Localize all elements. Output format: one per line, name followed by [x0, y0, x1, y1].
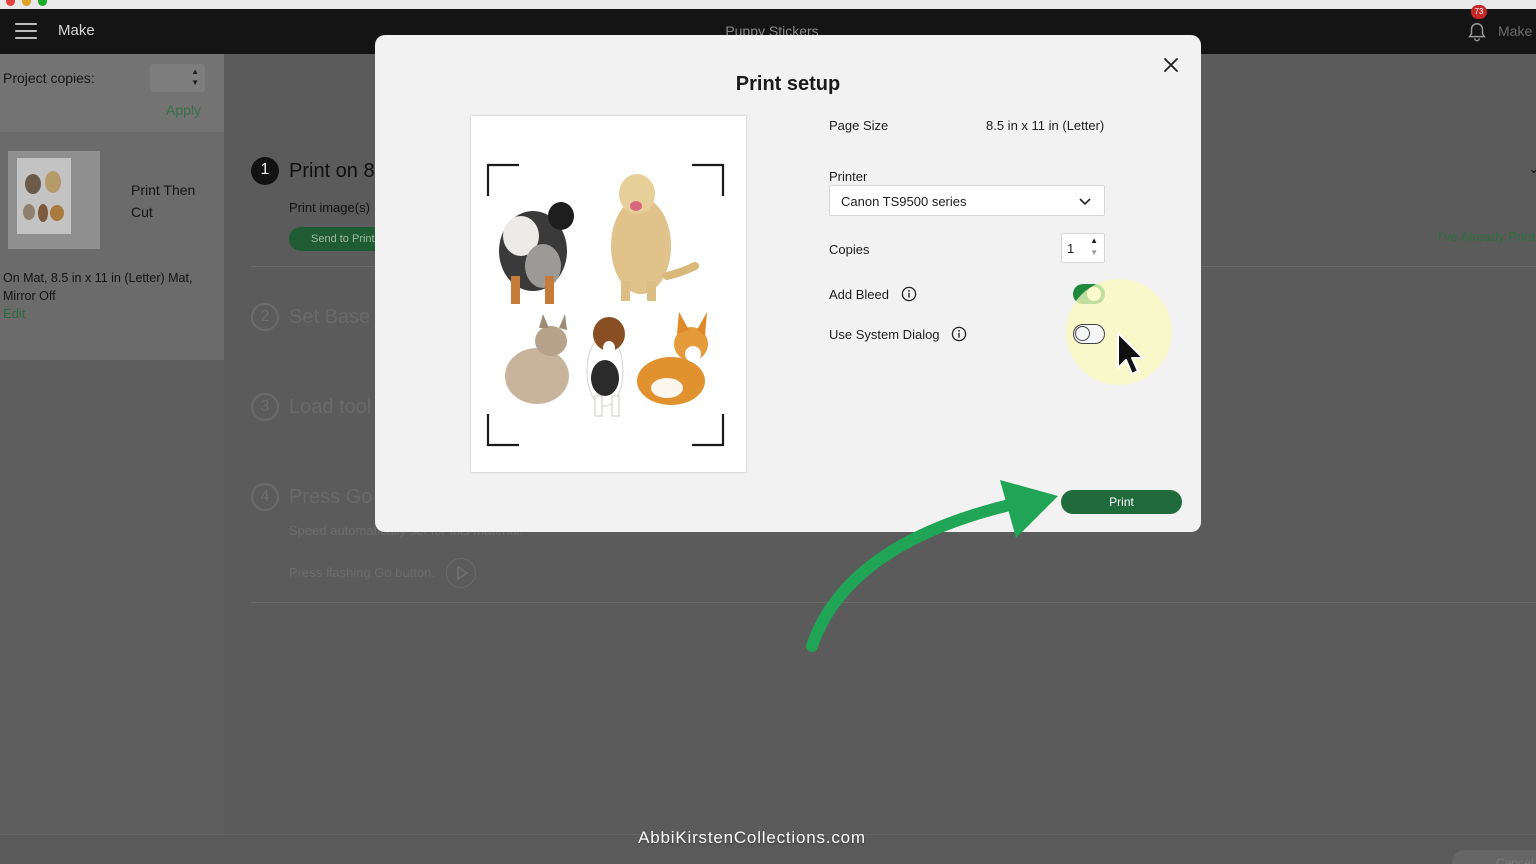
- cancel-button[interactable]: Cancel: [1452, 850, 1536, 864]
- printer-select[interactable]: Canon TS9500 series: [829, 185, 1105, 216]
- go-button[interactable]: [446, 558, 476, 588]
- page-size-label: Page Size: [829, 118, 889, 133]
- info-icon[interactable]: [901, 286, 917, 302]
- left-panel: Project copies: ▲ ▼ Apply Print Then Cut…: [0, 54, 224, 834]
- dogs-thumbnail-icon: [23, 171, 64, 222]
- dialog-title: Print setup: [735, 73, 841, 95]
- golden-retriever-icon: [611, 174, 699, 301]
- chevron-down-icon[interactable]: ⌄: [1528, 160, 1536, 177]
- step-1-title: Print on 8: [289, 160, 375, 182]
- french-bulldog-icon: [505, 314, 569, 404]
- mat-card[interactable]: Print Then Cut On Mat, 8.5 in x 11 in (L…: [0, 132, 224, 360]
- edit-link[interactable]: Edit: [3, 306, 25, 321]
- australian-shepherd-icon: [499, 202, 574, 304]
- step-3-title: Load tool: [289, 396, 372, 418]
- print-preview-artwork: [486, 163, 725, 447]
- print-setup-dialog: Print setup Page Size 8.5 in x 11 in (Le…: [375, 35, 1201, 532]
- mat-info: On Mat, 8.5 in x 11 in (Letter) Mat, Mir…: [3, 271, 193, 303]
- page-size-value: 8.5 in x 11 in (Letter): [986, 118, 1105, 133]
- close-icon[interactable]: [1161, 55, 1181, 75]
- toggle-knob: [1075, 326, 1090, 341]
- project-copies-input[interactable]: ▲ ▼: [150, 64, 205, 92]
- use-system-dialog-toggle[interactable]: [1073, 324, 1105, 344]
- mouse-cursor-icon: [1117, 332, 1144, 375]
- mat-label: Print Then Cut: [131, 182, 196, 220]
- info-icon[interactable]: [951, 326, 967, 342]
- project-copies-label: Project copies:: [3, 70, 95, 86]
- minimize-window-dot[interactable]: [22, 0, 31, 6]
- apply-button[interactable]: Apply: [166, 102, 201, 118]
- step-4-hint: Press flashing Go button.: [289, 565, 435, 580]
- printer-select-value: Canon TS9500 series: [841, 194, 967, 209]
- app-title: Make: [58, 22, 95, 39]
- corgi-icon: [637, 312, 708, 405]
- zoom-window-dot[interactable]: [38, 0, 47, 6]
- step-2-number: 2: [251, 303, 279, 331]
- step-1-number: 1: [251, 157, 279, 185]
- chevron-down-icon: [1079, 198, 1091, 206]
- header-make-label[interactable]: Make: [1498, 23, 1532, 39]
- print-preview: [471, 116, 746, 472]
- use-system-dialog-label: Use System Dialog: [829, 327, 940, 342]
- printer-label: Printer: [829, 169, 868, 184]
- send-to-printer-button[interactable]: Send to Printer: [289, 227, 389, 251]
- hamburger-menu-icon[interactable]: [15, 23, 37, 39]
- annotation-arrow-icon: [806, 480, 1058, 652]
- play-icon: [457, 565, 469, 581]
- close-window-dot[interactable]: [6, 0, 15, 6]
- watermark: AbbiKirstenCollections.com: [638, 828, 866, 847]
- window-titlebar: [0, 0, 1536, 9]
- copies-label: Copies: [829, 242, 870, 257]
- decrement-icon[interactable]: ▼: [1090, 248, 1098, 257]
- already-printed-link[interactable]: I've Already Printed: [1438, 229, 1536, 244]
- step-1-subtitle: Print image(s): [289, 200, 370, 215]
- project-copies-box: Project copies: ▲ ▼ Apply: [0, 54, 224, 132]
- bell-icon[interactable]: [1466, 21, 1488, 43]
- copies-value: 1: [1067, 241, 1075, 256]
- increment-icon[interactable]: ▲: [1090, 236, 1098, 245]
- increment-icon[interactable]: ▲: [191, 67, 199, 76]
- mat-sheet-preview: [17, 158, 71, 234]
- decrement-icon[interactable]: ▼: [191, 78, 199, 87]
- step-4-number: 4: [251, 483, 279, 511]
- step-2-title: Set Base: [289, 306, 371, 328]
- mat-thumbnail[interactable]: [8, 151, 100, 249]
- copies-stepper[interactable]: 1 ▲ ▼: [1061, 233, 1105, 263]
- print-button[interactable]: Print: [1061, 490, 1182, 514]
- beagle-icon: [586, 317, 625, 417]
- step-3-number: 3: [251, 393, 279, 421]
- step-4-title: Press Go: [289, 486, 373, 508]
- notification-badge: 73: [1471, 5, 1487, 19]
- add-bleed-label: Add Bleed: [829, 287, 889, 302]
